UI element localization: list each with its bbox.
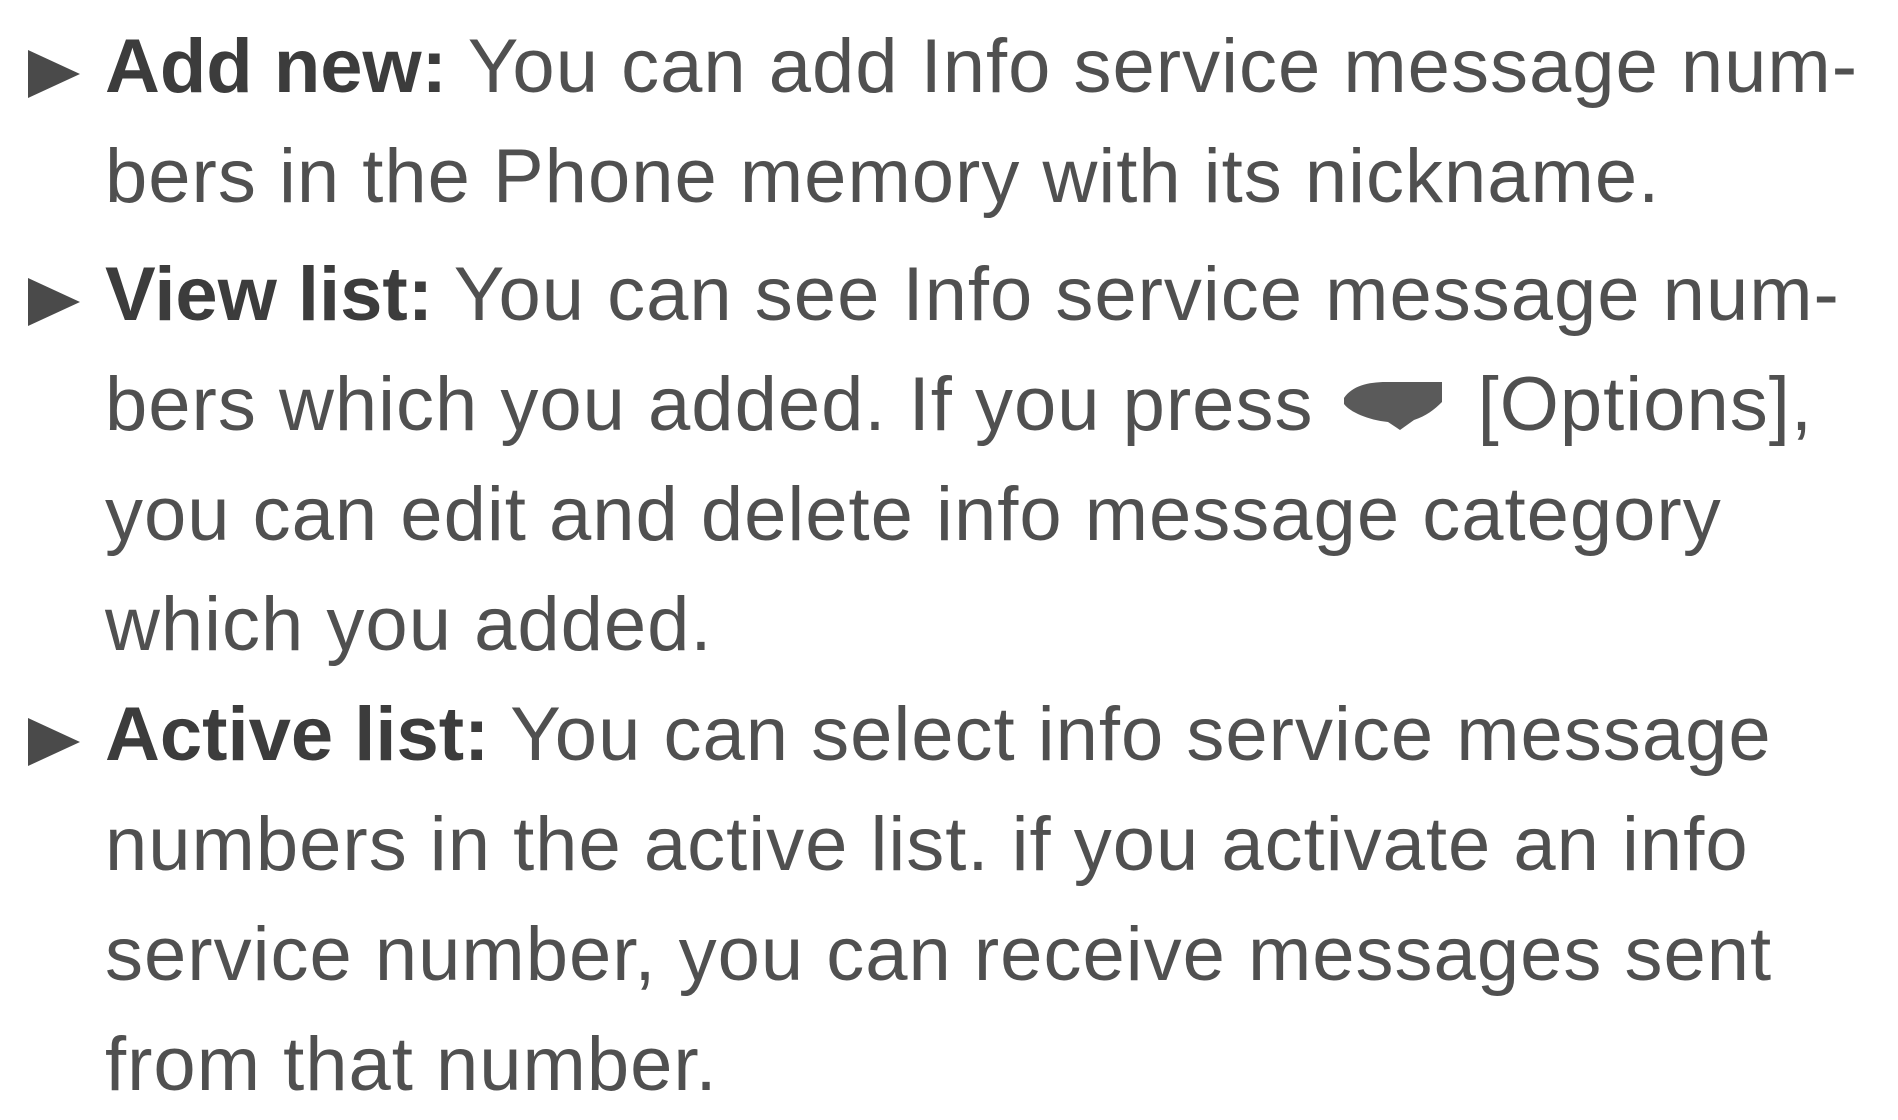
- bullet-arrow-icon: [28, 718, 80, 766]
- list-item-add-new: Add new: You can add Info service messag…: [0, 12, 1885, 232]
- term-active-list: Active list:: [105, 692, 490, 777]
- list-item-view-list: View list: You can see Info service mess…: [0, 240, 1885, 680]
- manual-page: Add new: You can add Info service messag…: [0, 0, 1898, 1107]
- left-soft-key-icon: [1338, 376, 1448, 432]
- term-add-new: Add new:: [105, 24, 447, 109]
- term-view-list: View list:: [105, 252, 434, 337]
- list-item-active-list: Active list: You can select info service…: [0, 680, 1885, 1120]
- bullet-arrow-icon: [28, 50, 80, 98]
- bullet-arrow-icon: [28, 278, 80, 326]
